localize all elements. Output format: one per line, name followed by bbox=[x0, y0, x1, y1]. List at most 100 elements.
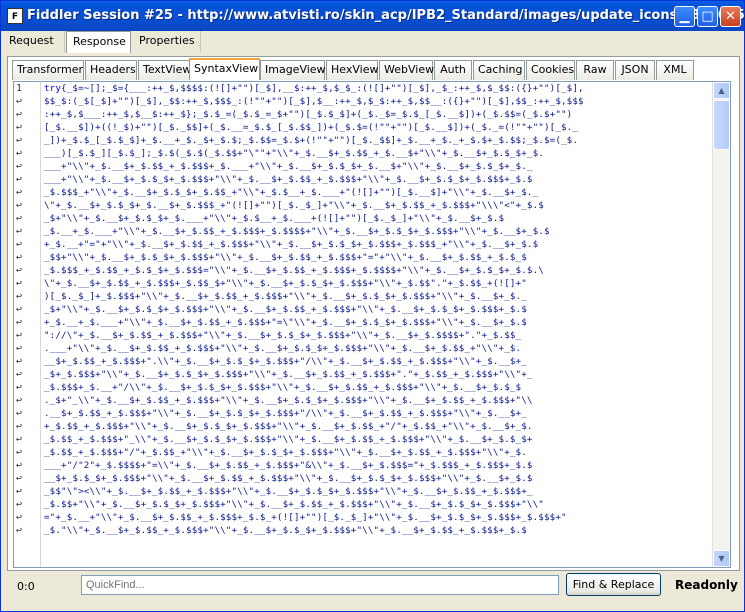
tab-auth[interactable]: Auth bbox=[434, 60, 472, 80]
code-line: ___+"\\"+_$.__$+_$.$$_+_$.$$$+_$.___+"\\… bbox=[44, 161, 533, 172]
tab-caching[interactable]: Caching bbox=[473, 60, 525, 80]
wrap-marker-icon: ↩ bbox=[16, 96, 23, 107]
scroll-down-button[interactable]: ▼ bbox=[713, 550, 730, 567]
tab-xml[interactable]: XML bbox=[656, 60, 694, 80]
tab-imageview[interactable]: ImageView bbox=[260, 60, 326, 80]
code-line: $$_$:(_$[_$]+"")[_$],_$$:++_$,$$$_:(!""+… bbox=[44, 96, 584, 107]
tab-request[interactable]: Request bbox=[3, 31, 65, 52]
wrap-marker-icon: ↩ bbox=[16, 291, 23, 302]
code-line: _$+_$.$$$+"\\"+_$.__$+_$.$_$+_$.$$$+"\\"… bbox=[44, 369, 533, 380]
tab-raw[interactable]: Raw bbox=[576, 60, 614, 80]
wrap-marker-icon: ↩ bbox=[16, 486, 23, 497]
quickfind-input[interactable] bbox=[81, 575, 559, 595]
wrap-marker-icon: ↩ bbox=[16, 499, 23, 510]
code-line: _$.$$_+_$.$$$+"_\\"+_$.__$+_$.$_$+_$.$$$… bbox=[44, 434, 533, 445]
wrap-marker-icon: ↩ bbox=[16, 200, 23, 211]
code-line: _$.$$$_+"\\"+_$.__$+_$.$_$+_$.$$_+"\\"+_… bbox=[44, 187, 539, 198]
scroll-thumb[interactable] bbox=[713, 100, 730, 150]
code-line: .___+"\\"+_$.__$+_$.$$_+_$.$$$+"\\"+_$._… bbox=[44, 343, 522, 354]
code-line: _$.$$+"\\"+_$.__$+_$.$_$+_$.$$$+"\\"+_$.… bbox=[44, 499, 544, 510]
code-line: _$+"\\"+_$.__$+_$.$_$+_$.$$$+"\\"+_$.__$… bbox=[44, 304, 527, 315]
code-line: .__$+_$.$$_+_$.$$$+"\\"+_$.__$+_$.$_$+_$… bbox=[44, 408, 527, 419]
tab-properties[interactable]: Properties bbox=[133, 31, 201, 52]
wrap-marker-icon: ↩ bbox=[16, 421, 23, 432]
tab-syntaxview[interactable]: SyntaxView bbox=[189, 58, 260, 80]
tab-cookies[interactable]: Cookies bbox=[526, 60, 575, 80]
code-line: :++_$,$___:++_$,$__$:++_$};_$.$_=(_$.$_=… bbox=[44, 109, 573, 120]
code-line: _])+_$.$_[_$.$_$]+_$.__+_$._$+_$.$;_$.$$… bbox=[44, 135, 579, 146]
wrap-marker-icon: ↩ bbox=[16, 343, 23, 354]
wrap-marker-icon: ↩ bbox=[16, 148, 23, 159]
tab-headers[interactable]: Headers bbox=[85, 60, 137, 80]
maximize-button[interactable]: □ bbox=[697, 6, 718, 27]
wrap-marker-icon: ↩ bbox=[16, 278, 23, 289]
code-line: _$.$$$+_$.__+"/\\"+_$.__$+_$.$_$+_$.$$$+… bbox=[44, 382, 522, 393]
wrap-marker-icon: ↩ bbox=[16, 304, 23, 315]
cursor-position: 0:0 bbox=[17, 580, 35, 593]
code-line: _$.$$$_+_$.$$_+_$.$_$+_$.$$$="\\"+_$.__$… bbox=[44, 265, 544, 276]
wrap-marker-icon: ↩ bbox=[16, 122, 23, 133]
tab-webview[interactable]: WebView bbox=[379, 60, 434, 80]
code-line: +_$.__+"="+"\\"+_$.__$+_$.$$_+_$.$$$+"\\… bbox=[44, 239, 539, 250]
window-title: Fiddler Session #25 - http://www.atvisti… bbox=[27, 8, 745, 23]
code-line: _$.__+_$.___+"\\"+_$.__$+_$.$$_+_$.$$$+_… bbox=[44, 226, 550, 237]
code-line: \"+_$.__$+_$.$$_+_$.$$$+_$.$$_$+"\\"+_$.… bbox=[44, 278, 527, 289]
wrap-marker-icon: ↩ bbox=[16, 356, 23, 367]
wrap-marker-icon: ↩ bbox=[16, 161, 23, 172]
code-line: _$."\\"+_$.__$+_$.$$_+_$.$$$+"\\"+_$.__$… bbox=[44, 525, 527, 536]
code-line: __$+_$.$_$+_$.$$$+"\\"+_$.__$+_$.$$_+_$.… bbox=[44, 473, 533, 484]
wrap-marker-icon: ↩ bbox=[16, 382, 23, 393]
tab-response[interactable]: Response bbox=[66, 31, 131, 53]
code-line: "://\"+_$.__$+_$.$$_+_$.$$$+"\\"+_$.__$+… bbox=[44, 330, 522, 341]
wrap-marker-icon: ↩ bbox=[16, 187, 23, 198]
keyword-try: try bbox=[44, 83, 62, 94]
tab-textview[interactable]: TextView bbox=[138, 60, 194, 80]
code-line: ___+"\\"+_$.__$+_$.$_$+_$.$$$+"\\"+_$.__… bbox=[44, 174, 533, 185]
minimize-icon: ▁ bbox=[679, 9, 690, 24]
vertical-scrollbar[interactable]: ▲ ▼ bbox=[712, 82, 730, 567]
wrap-marker-icon: ↩ bbox=[16, 226, 23, 237]
tab-hexview[interactable]: HexView bbox=[326, 60, 378, 80]
wrap-marker-icon: ↩ bbox=[16, 395, 23, 406]
syntax-editor[interactable]: 1 ↩ ↩ ↩ ↩ ↩ ↩ ↩ ↩ ↩ ↩ ↩ ↩ ↩ ↩ ↩ ↩ ↩ ↩ ↩ ↩ ↩ ↩ ↩ ↩ ↩ ↩ ↩ ↩ ↩ ↩ ↩ ↩ ↩ ↩ try{… bbox=[13, 81, 731, 568]
close-button[interactable]: ✕ bbox=[720, 6, 741, 27]
code-line: _$$"\"><\\"+_$.__$+_$.$$_+_$.$$$+"\\"+_$… bbox=[44, 486, 533, 497]
code-line: +_$.$$_+_$.$$$+"\\"+_$.__$+_$.$_$+_$.$$$… bbox=[44, 421, 533, 432]
wrap-marker-icon: ↩ bbox=[16, 174, 23, 185]
title-bar[interactable]: F Fiddler Session #25 - http://www.atvis… bbox=[1, 1, 745, 31]
code-line: \"+_$.__$+_$.$_$+_$.__$+_$.$$$_+"(![]+""… bbox=[44, 200, 544, 211]
tab-transformer[interactable]: Transformer bbox=[12, 60, 84, 80]
wrap-marker-icon: ↩ bbox=[16, 447, 23, 458]
code-line: __$+_$.$$_+_$.$$$+".\\"+_$.__$+_$.$_$+_$… bbox=[44, 356, 527, 367]
wrap-marker-icon: ↩ bbox=[16, 408, 23, 419]
arrow-down-icon: ▼ bbox=[718, 554, 725, 563]
wrap-marker-icon: ↩ bbox=[16, 239, 23, 250]
tab-json[interactable]: JSON bbox=[615, 60, 655, 80]
scroll-up-button[interactable]: ▲ bbox=[713, 82, 730, 99]
session-tabs: Request Response Properties bbox=[3, 31, 742, 53]
code-line: ._$+"_\\"+_$.__$+_$.$$_+_$.$$$+"\\"+_$._… bbox=[44, 395, 533, 406]
wrap-marker-icon: ↩ bbox=[16, 434, 23, 445]
wrap-marker-icon: ↩ bbox=[16, 369, 23, 380]
code-line: _$.$$_+_$.$$$+"/"+_$.$$_+"\\"+_$.__$+_$.… bbox=[44, 447, 527, 458]
code-line: _$$+"\\"+_$.__$+_$.$_$+_$.$$$+"\\"+_$.__… bbox=[44, 252, 527, 263]
code-line: try{_$=~[];_$={___:++_$,$$$$:(![]+"")[_$… bbox=[44, 83, 584, 94]
code-line: +_$.__+_$.___+"\\"+_$.__$+_$.$$_+_$.$$$+… bbox=[44, 317, 527, 328]
code-line: ___+"/"2"+_$.$$$$+"=\\"+_$.__$+_$.$$_+_$… bbox=[44, 460, 533, 471]
wrap-marker-icon: ↩ bbox=[16, 512, 23, 523]
wrap-marker-icon: ↩ bbox=[16, 252, 23, 263]
find-replace-button[interactable]: Find & Replace bbox=[566, 573, 661, 596]
line-number: 1 bbox=[16, 83, 23, 94]
code-line: )[_$._$_]+_$.$$$+"\\"+_$.__$+_$.$$_+_$.$… bbox=[44, 291, 527, 302]
wrap-marker-icon: ↩ bbox=[16, 330, 23, 341]
wrap-marker-icon: ↩ bbox=[16, 473, 23, 484]
code-area[interactable]: try{_$=~[];_$={___:++_$,$$$$:(![]+"")[_$… bbox=[44, 82, 712, 567]
maximize-icon: □ bbox=[701, 9, 714, 24]
code-line: [_$.__$])+((!_$)+"")[_$._$$]+(_$.__=_$.$… bbox=[44, 122, 579, 133]
wrap-marker-icon: ↩ bbox=[16, 265, 23, 276]
code-line: ="+_$.__+"\\"+_$.__$+_$.$$_+_$.$$$+_$.$_… bbox=[44, 512, 567, 523]
minimize-button[interactable]: ▁ bbox=[674, 6, 695, 27]
wrap-marker-icon: ↩ bbox=[16, 135, 23, 146]
wrap-marker-icon: ↩ bbox=[16, 460, 23, 471]
code-line: _$+"\\"+_$.__$+_$.$_$+_$.___+"\\"+_$.$__… bbox=[44, 213, 505, 224]
